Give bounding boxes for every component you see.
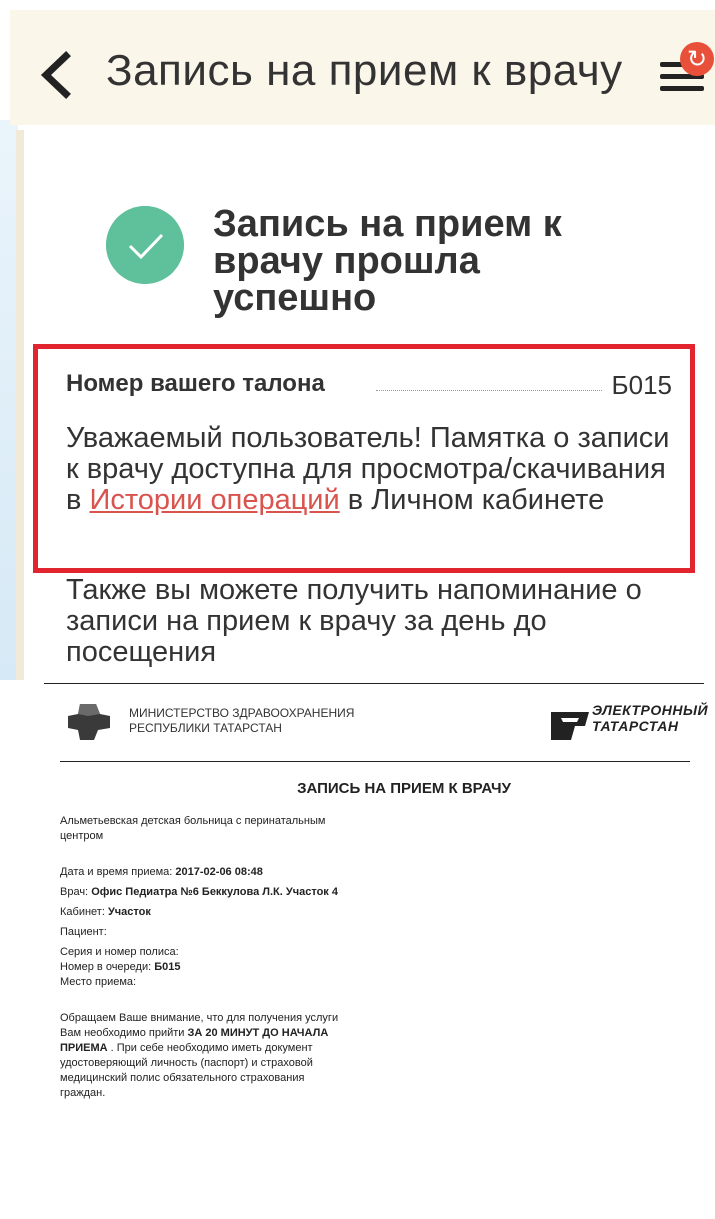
appointment-document: МИНИСТЕРСТВО ЗДРАВООХРАНЕНИЯ РЕСПУБЛИКИ … bbox=[44, 683, 708, 1219]
cabinet-value: Участок bbox=[107, 906, 151, 918]
memo-text-after: в Личном кабинете bbox=[339, 484, 605, 516]
queue-label: Номер в очереди: bbox=[60, 961, 155, 973]
ministry-logo-icon bbox=[68, 704, 110, 740]
memo-text: Уважаемый пользователь! Памятка о записи… bbox=[66, 423, 676, 516]
et-line1: ЭЛЕКТРОННЫЙ bbox=[592, 702, 709, 718]
refresh-badge-icon[interactable]: ↻ bbox=[680, 42, 714, 76]
checkmark-icon bbox=[106, 206, 184, 284]
datetime-label: Дата и время приема: bbox=[60, 866, 176, 878]
document-divider bbox=[60, 761, 690, 762]
page-title: Запись на прием к врачу bbox=[106, 46, 623, 95]
queue-line: Номер в очереди: Б015 bbox=[60, 960, 350, 975]
ministry-name: МИНИСТЕРСТВО ЗДРАВООХРАНЕНИЯ РЕСПУБЛИКИ … bbox=[129, 706, 354, 736]
policy-line: Серия и номер полиса: bbox=[60, 946, 179, 958]
operations-history-link[interactable]: Истории операций bbox=[89, 484, 339, 516]
cabinet-label: Кабинет: bbox=[60, 906, 108, 918]
et-line2: ТАТАРСТАН bbox=[592, 718, 679, 734]
back-chevron-icon[interactable] bbox=[36, 50, 76, 100]
place-line: Место приема: bbox=[60, 976, 137, 988]
ticket-leader-dots bbox=[376, 390, 602, 391]
doctor-value: Офис Педиатра №6 Беккулова Л.К. Участок … bbox=[91, 886, 338, 898]
cabinet-line: Кабинет: Участок bbox=[60, 905, 350, 920]
card-shadow bbox=[16, 130, 24, 680]
doctor-label: Врач: bbox=[60, 886, 92, 898]
notice-text: Обращаем Ваше внимание, что для получени… bbox=[60, 1011, 350, 1101]
ticket-row: Номер вашего талона Б015 bbox=[66, 370, 672, 402]
doctor-line: Врач: Офис Педиатра №6 Беккулова Л.К. Уч… bbox=[60, 885, 350, 900]
queue-value: Б015 bbox=[154, 961, 181, 973]
datetime-line: Дата и время приема: 2017-02-06 08:48 bbox=[60, 865, 350, 880]
ticket-number: Б015 bbox=[605, 370, 672, 401]
ticket-label: Номер вашего талона bbox=[66, 370, 333, 398]
hospital-name: Альметьевская детская больница с перинат… bbox=[60, 815, 326, 842]
ministry-line1: МИНИСТЕРСТВО ЗДРАВООХРАНЕНИЯ bbox=[129, 706, 355, 720]
document-title: ЗАПИСЬ НА ПРИЕМ К ВРАЧУ bbox=[297, 780, 511, 797]
document-body: Альметьевская детская больница с перинат… bbox=[60, 814, 350, 1106]
datetime-value: 2017-02-06 08:48 bbox=[175, 866, 263, 878]
patient-line: Пациент: bbox=[60, 926, 107, 938]
success-title: Запись на прием к врачу прошла успешно bbox=[213, 203, 562, 319]
reminder-text: Также вы можете получить напоминание о з… bbox=[66, 574, 642, 668]
ministry-line2: РЕСПУБЛИКИ ТАТАРСТАН bbox=[129, 721, 282, 735]
electronic-tatarstan-text: ЭЛЕКТРОННЫЙ ТАТАРСТАН bbox=[592, 702, 708, 734]
